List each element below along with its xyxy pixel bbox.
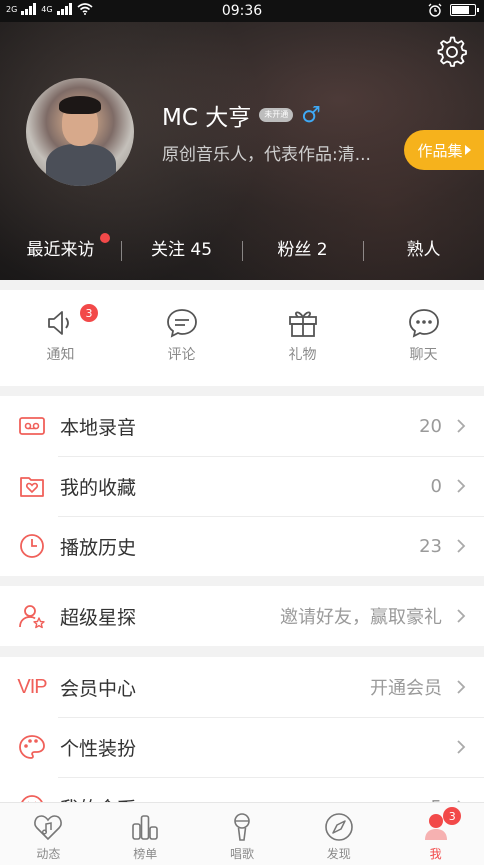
list-item-value: 开通会员 bbox=[370, 678, 442, 699]
stat-fans[interactable]: 粉丝 2 bbox=[242, 235, 363, 261]
list-item-coins[interactable]: 我的金币 5 bbox=[0, 777, 484, 802]
list-item-value: 23 bbox=[419, 535, 442, 557]
gift-icon bbox=[288, 311, 317, 337]
tab-label: 我 bbox=[429, 847, 442, 861]
list-item-title: 本地录音 bbox=[60, 416, 137, 439]
list-item-title: 我的金币 bbox=[60, 794, 431, 803]
stat-acquaintances[interactable]: 熟人 bbox=[363, 235, 484, 261]
stat-label: 最近来访 bbox=[26, 239, 95, 260]
cassette-icon bbox=[19, 417, 45, 435]
heart-folder-icon bbox=[20, 477, 44, 497]
list-group-scout: 超级星探 邀请好友，赢取豪礼 bbox=[0, 586, 484, 646]
profile-bio[interactable]: 原创音乐人，代表作品:清... bbox=[162, 140, 394, 165]
list-item-super-scout[interactable]: 超级星探 邀请好友，赢取豪礼 bbox=[0, 586, 484, 646]
quick-actions: 3 通知 评论 礼物 聊天 bbox=[0, 290, 484, 386]
list-item-title: 超级星探 bbox=[60, 606, 137, 629]
clock-icon bbox=[20, 534, 44, 558]
quick-gifts[interactable]: 礼物 bbox=[242, 290, 363, 386]
quick-notifications[interactable]: 3 通知 bbox=[0, 290, 121, 386]
vip-status-badge[interactable]: 未开通 bbox=[259, 108, 294, 122]
chevron-right-icon bbox=[457, 609, 466, 623]
quick-chat[interactable]: 聊天 bbox=[363, 290, 484, 386]
vip-icon: VIP bbox=[17, 675, 47, 698]
profile-header: MC 大亨 未开通 ♂ 原创音乐人，代表作品:清... 作品集 最近来访 关注 … bbox=[0, 22, 484, 280]
notification-count-badge: 3 bbox=[80, 304, 98, 322]
profile-name: MC 大亨 bbox=[162, 105, 252, 131]
tab-label: 榜单 bbox=[133, 847, 158, 861]
notification-dot bbox=[100, 232, 110, 243]
stat-following[interactable]: 关注 45 bbox=[121, 235, 242, 261]
status-right bbox=[428, 3, 479, 17]
list-item-value: 0 bbox=[430, 475, 442, 497]
status-bar: 2G 4G 09:36 bbox=[0, 0, 484, 22]
chevron-right-icon bbox=[457, 539, 466, 553]
bottom-tab-bar: 动态 榜单 唱歌 发现 3 我 bbox=[0, 802, 484, 865]
comment-icon bbox=[166, 309, 197, 338]
chevron-right-icon bbox=[457, 680, 466, 694]
tab-discover[interactable]: 发现 bbox=[290, 803, 387, 865]
user-star-icon bbox=[19, 605, 45, 629]
chevron-right-icon bbox=[457, 419, 466, 433]
tab-feed[interactable]: 动态 bbox=[0, 803, 97, 865]
speaker-icon bbox=[47, 311, 69, 335]
tab-me[interactable]: 3 我 bbox=[387, 803, 484, 865]
clock-time: 09:36 bbox=[221, 3, 263, 19]
ranking-icon bbox=[132, 815, 158, 840]
icon-wrap bbox=[18, 412, 46, 440]
icon-wrap: VIP bbox=[17, 673, 47, 701]
icon-wrap bbox=[18, 602, 46, 630]
list-item-title: 个性装扮 bbox=[60, 737, 137, 760]
palette-icon bbox=[19, 735, 45, 759]
chevron-right-icon bbox=[457, 740, 466, 754]
list-item-member-center[interactable]: VIP 会员中心 开通会员 bbox=[0, 657, 484, 717]
icon-wrap bbox=[18, 532, 46, 560]
quick-label: 通知 bbox=[46, 347, 75, 363]
stat-label: 粉丝 2 bbox=[277, 239, 328, 260]
tab-label: 发现 bbox=[326, 847, 351, 861]
battery-icon bbox=[450, 4, 479, 16]
list-item-value: 邀请好友，赢取豪礼 bbox=[280, 607, 442, 628]
tab-label: 动态 bbox=[36, 847, 61, 861]
tab-charts[interactable]: 榜单 bbox=[97, 803, 194, 865]
works-button[interactable]: 作品集 bbox=[404, 130, 484, 170]
list-item-title: 播放历史 bbox=[60, 536, 137, 559]
list-group-media: 本地录音 20 我的收藏 0 播放历史 23 bbox=[0, 396, 484, 576]
tab-sing[interactable]: 唱歌 bbox=[194, 803, 291, 865]
gear-icon[interactable] bbox=[436, 36, 468, 68]
tab-label: 唱歌 bbox=[229, 847, 254, 861]
male-icon: ♂ bbox=[301, 102, 321, 128]
chat-icon bbox=[408, 309, 439, 338]
list-item-title: 我的收藏 bbox=[60, 476, 137, 499]
quick-label: 评论 bbox=[167, 347, 196, 363]
coin-icon bbox=[21, 795, 43, 802]
me-count-badge: 3 bbox=[443, 807, 462, 825]
icon-wrap bbox=[18, 472, 46, 500]
avatar[interactable] bbox=[26, 78, 134, 186]
list-item-play-history[interactable]: 播放历史 23 bbox=[0, 516, 484, 576]
list-item-value: 20 bbox=[419, 415, 442, 437]
icon-wrap bbox=[18, 733, 46, 761]
quick-label: 聊天 bbox=[409, 347, 438, 363]
alarm-icon bbox=[428, 3, 442, 17]
chevron-right-icon bbox=[457, 479, 466, 493]
compass-icon bbox=[324, 813, 353, 841]
stat-label: 熟人 bbox=[406, 239, 441, 260]
icon-wrap bbox=[18, 793, 46, 802]
profile-stats: 最近来访 关注 45 粉丝 2 熟人 bbox=[0, 230, 484, 264]
list-item-local-recordings[interactable]: 本地录音 20 bbox=[0, 396, 484, 456]
quick-label: 礼物 bbox=[288, 347, 317, 363]
stat-label: 关注 45 bbox=[150, 239, 213, 260]
quick-comments[interactable]: 评论 bbox=[121, 290, 242, 386]
list-item-title: 会员中心 bbox=[60, 677, 137, 700]
arrow-right-icon bbox=[464, 145, 471, 155]
music-heart-icon bbox=[34, 815, 63, 841]
works-button-label: 作品集 bbox=[417, 141, 463, 160]
list-group-member: VIP 会员中心 开通会员 个性装扮 我的金币 5 bbox=[0, 657, 484, 802]
list-item-personalize[interactable]: 个性装扮 bbox=[0, 717, 484, 777]
microphone-icon bbox=[234, 813, 250, 841]
list-item-favorites[interactable]: 我的收藏 0 bbox=[0, 456, 484, 516]
profile-name-row: MC 大亨 未开通 ♂ bbox=[162, 98, 321, 132]
stat-recent-visitors[interactable]: 最近来访 bbox=[0, 232, 121, 260]
